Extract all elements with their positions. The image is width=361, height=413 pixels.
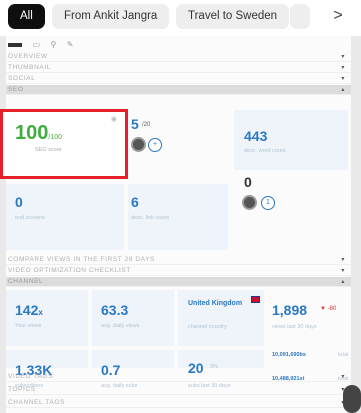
uk-flag-icon	[251, 296, 260, 303]
expand-caret-icon: ▾	[341, 268, 345, 274]
section-compare-views[interactable]: COMPARE VIEWS IN THE FIRST 28 DAYS ▾	[6, 255, 351, 265]
image-icon[interactable]: ▭	[32, 40, 40, 49]
expand-caret-icon: ▾	[341, 65, 345, 71]
chip-travel-to-sweden[interactable]: Travel to Sweden	[176, 4, 290, 29]
section-optimization-checklist[interactable]: VIDEO OPTIMIZATION CHECKLIST ▾	[6, 266, 351, 276]
expand-caret-icon: ▾	[341, 54, 345, 60]
avg-daily-views-card: 63.3 avg. daily views	[92, 290, 174, 346]
seo-score-value: 100/100	[15, 122, 62, 144]
grid-icon[interactable]	[8, 43, 22, 47]
subscribers-card: 1.33K subscribers	[6, 350, 88, 389]
edit-icon[interactable]: ✎	[67, 40, 74, 49]
eye-icon[interactable]: ◉	[111, 115, 117, 123]
seo-score-card: ◉ 100/100 SEO score	[0, 109, 128, 179]
chip-all[interactable]: All	[8, 4, 45, 29]
section-overview[interactable]: OVERVIEW ▾	[6, 52, 351, 62]
add-circle-icon[interactable]: +	[148, 138, 162, 152]
extension-panel: ▭ ⚲ ✎ OVERVIEW ▾ THUMBNAIL ▾ SOCIAL ▾ SEO ▴ …	[0, 36, 351, 413]
chip-partial[interactable]	[290, 4, 310, 29]
section-channel[interactable]: CHANNEL ▴	[6, 277, 351, 287]
chip-from-ankit-jangra[interactable]: From Ankit Jangra	[52, 4, 170, 29]
keywords-card: 5 /20 +	[128, 110, 228, 180]
expand-caret-icon: ▾	[341, 76, 345, 82]
scrollbar-thumb[interactable]	[343, 385, 361, 413]
section-channel-tags[interactable]: CHANNEL TAGS▾	[6, 398, 351, 408]
expand-caret-icon: ▾	[341, 257, 345, 263]
views-change: ▼ -80	[320, 306, 337, 312]
section-social[interactable]: SOCIAL ▾	[6, 74, 351, 84]
count-circle-icon[interactable]: 1	[261, 196, 275, 210]
section-video-tags[interactable]: VIDEO TAGS ▾	[6, 372, 351, 382]
avg-daily-subs-card: 0.7 avg. daily subs	[92, 350, 174, 389]
avatar	[131, 137, 146, 152]
seo-score-label: SEO score	[35, 147, 62, 153]
expand-caret-icon: ▾	[341, 374, 345, 380]
cards-card: 0 1	[234, 170, 348, 250]
collapse-caret-icon: ▴	[341, 87, 345, 93]
avatar	[242, 195, 257, 210]
section-topics[interactable]: TOPICS▾	[6, 385, 351, 395]
filter-chip-bar: All From Ankit Jangra Travel to Sweden >	[0, 0, 361, 36]
collapse-caret-icon: ▴	[341, 279, 345, 285]
desc-link-count-card: 6 desc. link count	[128, 184, 228, 250]
panel-toolbar: ▭ ⚲ ✎	[8, 40, 79, 50]
channel-country-card: United Kingdom channel country	[178, 290, 264, 346]
chevron-right-icon[interactable]: >	[325, 4, 351, 30]
views-card: 142x Your views	[6, 290, 88, 346]
pin-icon[interactable]: ⚲	[50, 40, 56, 49]
end-screens-card: 0 end screens	[6, 184, 124, 250]
subs-last-30-card: 20 3% subs last 30 days	[178, 350, 264, 389]
section-thumbnail[interactable]: THUMBNAIL ▾	[6, 63, 351, 73]
section-seo[interactable]: SEO ▴	[6, 85, 351, 95]
